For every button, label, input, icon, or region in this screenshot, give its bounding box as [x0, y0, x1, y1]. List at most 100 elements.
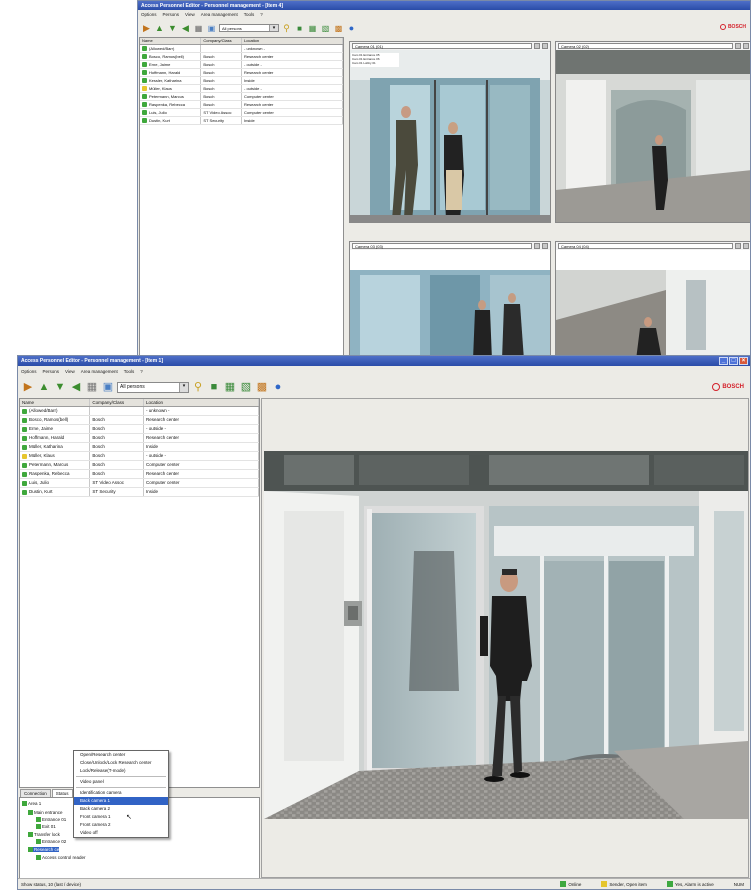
context-menu-item[interactable]: Close/Unlock/Lock Research center [74, 759, 168, 767]
col-location[interactable]: Location [144, 399, 259, 406]
back-table-row[interactable]: Erne, Jaime Bosch - outside - [140, 61, 343, 69]
back-table-row[interactable]: Petermann, Marcus Bosch Computer center [140, 93, 343, 101]
front-menu-persons[interactable]: Persons [43, 369, 60, 374]
back-video-btn-3a[interactable] [534, 243, 540, 249]
back-table-row[interactable]: Dustin, Kurt ST Security Inside [140, 117, 343, 125]
back-video-btn-4b[interactable] [743, 243, 749, 249]
tree-node-main-entrance[interactable]: Main entrance [28, 810, 63, 815]
back-cam-icon[interactable]: ■ [294, 23, 305, 34]
back-doors-icon[interactable]: ◀ [180, 23, 191, 34]
table-row[interactable]: Luis, Julio ST Video Assoc Computer center [20, 479, 259, 488]
maximize-icon[interactable]: □ [729, 357, 738, 365]
badge-icon[interactable]: ▣ [101, 380, 115, 394]
table-row[interactable]: Dustin, Kurt ST Security Inside [20, 488, 259, 497]
col-name[interactable]: Name [20, 399, 91, 406]
tree-node-entrance-01[interactable]: Entrance 01 [36, 817, 66, 822]
back-menu-view[interactable]: View [185, 12, 195, 17]
tree-node-exit-01[interactable]: Exit 01 [36, 824, 56, 829]
back-menu-persons[interactable]: Persons [163, 12, 180, 17]
back-table-row[interactable]: Kessler, Katharina Bosch Inside [140, 77, 343, 85]
area-icon[interactable]: ▲ [37, 380, 51, 394]
back-table-row[interactable]: Müller, Klaus Bosch - outside - [140, 85, 343, 93]
back-video-btn-2b[interactable] [743, 43, 749, 49]
back-video-source-4[interactable]: Camera 04 (04) [558, 243, 733, 249]
back-table-row[interactable]: Luis, Julio ST Video Assoc Computer center [140, 109, 343, 117]
persons-combo[interactable]: All persons ▾ [117, 381, 189, 393]
back-report-icon[interactable]: ▦ [193, 23, 204, 34]
back-table-row[interactable]: (Allowed/Barr) - unknown - [140, 45, 343, 53]
table-row[interactable]: Petermann, Marcus Bosch Computer center [20, 461, 259, 470]
back-arrow-icon[interactable]: ▼ [167, 23, 178, 34]
table-row[interactable]: Müller, Katharina Bosch Inside [20, 443, 259, 452]
tree-node-entrance-02[interactable]: Entrance 02 [36, 839, 66, 844]
back-grid1-icon[interactable]: ▦ [307, 23, 318, 34]
tab-connection[interactable]: Connection [20, 789, 51, 797]
tree-node-research[interactable]: Research ce [28, 847, 60, 852]
back-help-icon[interactable]: ● [346, 23, 357, 34]
grid-alt-icon[interactable]: ▧ [239, 380, 253, 394]
back-table-row[interactable]: Hoffmann, Harald Bosch Research center [140, 69, 343, 77]
context-menu-item[interactable]: Video panel [74, 778, 168, 786]
tree-node-transfer-lock[interactable]: Transfer lock [28, 832, 60, 837]
arrow-down-icon[interactable]: ▼ [53, 380, 67, 394]
back-video-source-3[interactable]: Camera 03 (03) [352, 243, 532, 249]
context-menu-item[interactable]: Video off [74, 829, 168, 837]
tree-node-transfer-lock-label: Transfer lock [34, 832, 60, 837]
back-col-name[interactable]: Name [140, 38, 202, 44]
back-persons-combo[interactable]: All persons ▾ [219, 24, 279, 32]
table-row[interactable]: (Allowed/Barr) - unknown - [20, 407, 259, 416]
back-menu-area[interactable]: Area management [201, 12, 238, 17]
back-video-source-2[interactable]: Camera 02 (02) [558, 43, 733, 49]
close-icon[interactable]: × [739, 357, 748, 365]
persons-icon[interactable]: ▶ [21, 380, 35, 394]
front-menu-view[interactable]: View [65, 369, 75, 374]
back-menu-tools[interactable]: Tools [244, 12, 255, 17]
back-menu-help[interactable]: ? [260, 12, 263, 17]
back-video-btn-4a[interactable] [735, 243, 741, 249]
table-row[interactable]: Bosco, Ramos(bell) Bosch Research center [20, 416, 259, 425]
context-menu-item[interactable]: Lock/Release(T-mode) [74, 767, 168, 775]
grid-icon[interactable]: ▦ [223, 380, 237, 394]
doors-icon[interactable]: ◀ [69, 380, 83, 394]
context-menu-item[interactable]: Front camera 2 [74, 821, 168, 829]
context-menu-item[interactable]: Back camera 2 [74, 805, 168, 813]
context-menu-item[interactable]: Back camera 1 [74, 797, 168, 805]
back-video-btn-3b[interactable] [542, 243, 548, 249]
front-menu-help[interactable]: ? [140, 369, 143, 374]
minimize-icon[interactable]: _ [719, 357, 728, 365]
back-video-btn-1a[interactable] [534, 43, 540, 49]
print-icon[interactable]: ▩ [255, 380, 269, 394]
back-badge-icon[interactable]: ▣ [206, 23, 217, 34]
table-row[interactable]: Erne, Jaime Bosch - outside - [20, 425, 259, 434]
back-table-row[interactable]: Bosco, Ramos(bell) Bosch Research center [140, 53, 343, 61]
back-persons-icon[interactable]: ▶ [141, 23, 152, 34]
back-col-company[interactable]: Company/Class [201, 38, 242, 44]
context-menu-item[interactable]: Front camera 1 [74, 813, 168, 821]
front-menu-area[interactable]: Area management [81, 369, 118, 374]
table-row[interactable]: Raspenka, Rebecca Bosch Research center [20, 470, 259, 479]
back-grid2-icon[interactable]: ▧ [320, 23, 331, 34]
back-key-icon[interactable]: ⚲ [281, 23, 292, 34]
table-row[interactable]: Müller, Klaus Bosch - outside - [20, 452, 259, 461]
front-menu-tools[interactable]: Tools [124, 369, 135, 374]
back-print-icon[interactable]: ▩ [333, 23, 344, 34]
table-row[interactable]: Hoffmann, Harald Bosch Research center [20, 434, 259, 443]
context-menu-item[interactable]: Open/Research center [74, 751, 168, 759]
back-video-btn-2a[interactable] [735, 43, 741, 49]
back-col-location[interactable]: Location [242, 38, 343, 44]
report-icon[interactable]: ▦ [85, 380, 99, 394]
help-icon[interactable]: ● [271, 380, 285, 394]
key-icon[interactable]: ⚲ [191, 380, 205, 394]
back-area-icon[interactable]: ▲ [154, 23, 165, 34]
context-menu-item[interactable]: Identification camera [74, 789, 168, 797]
tree-node-area[interactable]: Area 1 [22, 801, 41, 806]
col-company[interactable]: Company/Class [90, 399, 144, 406]
front-menu-options[interactable]: Options [21, 369, 37, 374]
back-menu-options[interactable]: Options [141, 12, 157, 17]
back-video-btn-1b[interactable] [542, 43, 548, 49]
camera-icon[interactable]: ■ [207, 380, 221, 394]
tree-node-reader[interactable]: Access control reader [36, 855, 86, 860]
back-video-source-1[interactable]: Camera 01 (01) [352, 43, 532, 49]
tab-status[interactable]: Status [51, 789, 73, 797]
back-table-row[interactable]: Raspenka, Rebecca Bosch Research center [140, 101, 343, 109]
